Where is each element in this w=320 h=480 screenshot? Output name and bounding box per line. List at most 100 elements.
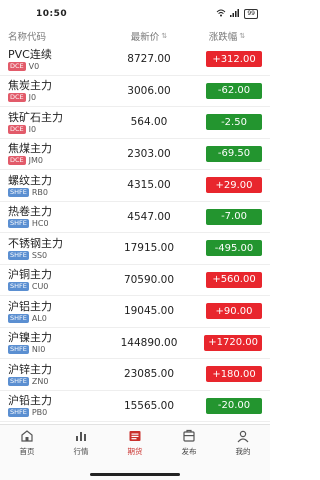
contract-meta: DCE I0 — [8, 124, 106, 134]
contract-name: 不锈钢主力 — [8, 236, 63, 250]
contract-name: 沪镍主力 — [8, 331, 52, 345]
bottom-tab-bar: 首页 行情 期货 发布 我的 — [0, 424, 270, 480]
contract-code: AL0 — [31, 313, 47, 323]
table-row[interactable]: 沪铝主力 SHFE AL0 19045.00 +90.00 — [0, 296, 270, 328]
contract-name: PVC连续 — [8, 47, 52, 61]
latest-price: 15565.00 — [123, 399, 175, 412]
battery-icon: 99 — [244, 9, 258, 19]
tab-futures[interactable]: 期货 — [108, 425, 162, 480]
table-row[interactable]: 焦炭主力 DCE J0 3006.00 -62.00 — [0, 76, 270, 107]
tab-user[interactable]: 我的 — [216, 425, 270, 480]
status-bar: 10:50 99 — [0, 0, 270, 28]
contract-name: 沪锌主力 — [8, 362, 52, 376]
change-cell: +180.00 — [192, 366, 262, 383]
table-row[interactable]: 热卷主力 SHFE HC0 4547.00 -7.00 — [0, 202, 270, 233]
contract-name: 焦煤主力 — [8, 142, 52, 156]
table-row[interactable]: 焦煤主力 DCE JM0 2303.00 -69.50 — [0, 139, 270, 170]
contract-code: CU0 — [31, 282, 49, 292]
tab-publish[interactable]: 发布 — [162, 425, 216, 480]
contract-code: I0 — [28, 124, 37, 134]
change-cell: -2.50 — [192, 114, 262, 131]
tab-label: 首页 — [19, 447, 35, 456]
change-badge: +180.00 — [206, 366, 262, 383]
exchange-badge: SHFE — [8, 250, 29, 260]
contract-meta: SHFE PB0 — [8, 408, 106, 418]
name-cell: 焦炭主力 DCE J0 — [8, 79, 106, 103]
header-price-sort[interactable]: 最新价 ⇅ — [106, 29, 192, 43]
contract-meta: DCE JM0 — [8, 156, 106, 166]
latest-price: 8727.00 — [127, 53, 171, 66]
latest-price: 70590.00 — [123, 273, 175, 286]
contract-meta: SHFE SS0 — [8, 250, 106, 260]
contract-code: HC0 — [31, 219, 49, 229]
contract-meta: SHFE ZN0 — [8, 376, 106, 386]
table-row[interactable]: 不锈钢主力 SHFE SS0 17915.00 -495.00 — [0, 233, 270, 265]
latest-price: 4315.00 — [127, 179, 171, 192]
header-change-sort[interactable]: 涨跌幅 ⇅ — [192, 29, 262, 43]
table-row[interactable]: 螺纹主力 SHFE RB0 4315.00 +29.00 — [0, 170, 270, 202]
name-cell: 沪锌主力 SHFE ZN0 — [8, 363, 106, 386]
change-badge: +560.00 — [206, 271, 262, 288]
contract-meta: SHFE RB0 — [8, 187, 106, 197]
contract-name: 热卷主力 — [8, 205, 52, 219]
contract-meta: DCE J0 — [8, 93, 106, 103]
contract-code: JM0 — [28, 156, 44, 166]
name-cell: 沪镍主力 SHFE NI0 — [8, 331, 106, 355]
change-cell: -69.50 — [192, 145, 262, 162]
change-badge: -62.00 — [206, 82, 262, 99]
change-cell: -7.00 — [192, 208, 262, 225]
table-row[interactable]: 沪铅主力 SHFE PB0 15565.00 -20.00 — [0, 391, 270, 422]
latest-price: 4547.00 — [127, 210, 171, 223]
exchange-badge: SHFE — [8, 282, 29, 292]
contract-name: 沪铜主力 — [8, 268, 52, 282]
tab-label: 我的 — [235, 447, 251, 456]
change-badge: -7.00 — [206, 208, 262, 225]
change-cell: +29.00 — [192, 177, 262, 194]
tab-home[interactable]: 首页 — [0, 425, 54, 480]
name-cell: 焦煤主力 DCE JM0 — [8, 142, 106, 166]
contract-meta: SHFE NI0 — [8, 345, 106, 355]
name-cell: PVC连续 DCE V0 — [8, 48, 106, 71]
contract-name: 螺纹主力 — [8, 173, 52, 187]
exchange-badge: DCE — [8, 93, 26, 103]
change-cell: +312.00 — [192, 51, 262, 68]
chart-icon — [74, 429, 88, 443]
change-badge: -20.00 — [206, 397, 262, 414]
change-badge: +1720.00 — [204, 334, 262, 351]
home-icon — [20, 429, 34, 443]
futures-list[interactable]: PVC连续 DCE V0 8727.00 +312.00 焦炭主力 DCE J0 3006.00… — [0, 44, 270, 424]
table-row[interactable]: 铁矿石主力 DCE I0 564.00 -2.50 — [0, 107, 270, 139]
sort-icon: ⇅ — [239, 32, 246, 40]
sort-icon: ⇅ — [161, 32, 168, 40]
exchange-badge: SHFE — [8, 345, 29, 355]
change-cell: +90.00 — [192, 303, 262, 320]
contract-meta: SHFE HC0 — [8, 219, 106, 229]
wifi-icon — [216, 9, 226, 19]
exchange-badge: DCE — [8, 156, 26, 166]
contract-name: 沪铅主力 — [8, 394, 52, 408]
change-cell: -20.00 — [192, 397, 262, 414]
name-cell: 铁矿石主力 DCE I0 — [8, 111, 106, 134]
table-row[interactable]: 沪铜主力 SHFE CU0 70590.00 +560.00 — [0, 265, 270, 296]
contract-code: V0 — [28, 61, 40, 71]
header-change-label: 涨跌幅 — [208, 32, 238, 43]
table-row[interactable]: 沪锌主力 SHFE ZN0 23085.00 +180.00 — [0, 359, 270, 391]
exchange-badge: SHFE — [8, 408, 29, 418]
name-cell: 沪铜主力 SHFE CU0 — [8, 268, 106, 292]
contract-code: ZN0 — [31, 376, 49, 386]
tab-label: 期货 — [127, 447, 143, 456]
exchange-badge: SHFE — [8, 219, 29, 229]
latest-price: 564.00 — [130, 116, 168, 129]
name-cell: 沪铝主力 SHFE AL0 — [8, 300, 106, 323]
contract-name: 沪铝主力 — [8, 299, 52, 313]
change-cell: -495.00 — [192, 240, 262, 257]
home-indicator — [90, 473, 180, 476]
table-row[interactable]: PVC连续 DCE V0 8727.00 +312.00 — [0, 44, 270, 76]
contract-meta: DCE V0 — [8, 61, 106, 71]
change-cell: -62.00 — [192, 82, 262, 99]
tab-chart[interactable]: 行情 — [54, 425, 108, 480]
contract-code: J0 — [28, 93, 37, 103]
contract-meta: SHFE AL0 — [8, 313, 106, 323]
table-row[interactable]: 沪镍主力 SHFE NI0 144890.00 +1720.00 — [0, 328, 270, 359]
contract-code: NI0 — [31, 345, 46, 355]
